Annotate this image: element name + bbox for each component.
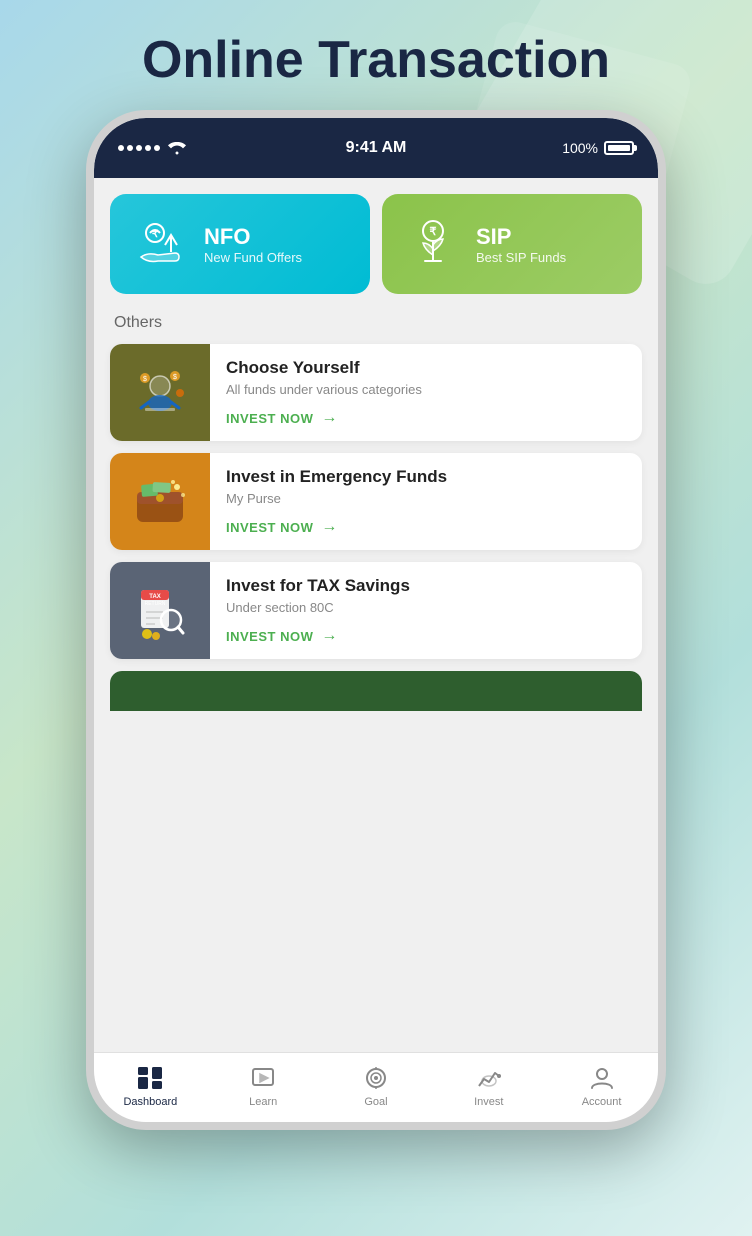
- phone-content: ₹ NFO New Fund Offers: [94, 178, 658, 1052]
- nav-item-account[interactable]: Account: [545, 1064, 658, 1108]
- arrow-icon-2: →: [321, 518, 338, 536]
- choose-yourself-card[interactable]: $ $ Choose Yourself Al: [110, 344, 642, 441]
- svg-text:TAX: TAX: [149, 594, 161, 600]
- nfo-title: NFO: [204, 224, 302, 250]
- status-left: [118, 141, 186, 155]
- sip-title: SIP: [476, 224, 566, 250]
- account-nav-label: Account: [582, 1096, 622, 1108]
- emergency-funds-title: Invest in Emergency Funds: [226, 467, 626, 487]
- tax-savings-subtitle: Under section 80C: [226, 600, 626, 615]
- nfo-subtitle: New Fund Offers: [204, 250, 302, 265]
- emergency-funds-cta-text: INVEST NOW: [226, 520, 313, 535]
- svg-text:₹: ₹: [151, 229, 158, 240]
- dashboard-icon: [136, 1064, 164, 1092]
- wifi-icon: [168, 141, 186, 155]
- status-right: 100%: [562, 140, 634, 156]
- signal-indicator: [118, 145, 160, 151]
- learn-icon: [249, 1064, 277, 1092]
- emergency-funds-card[interactable]: Invest in Emergency Funds My Purse INVES…: [110, 453, 642, 550]
- nfo-card[interactable]: ₹ NFO New Fund Offers: [110, 194, 370, 294]
- signal-dot-3: [136, 145, 142, 151]
- partial-card: [110, 671, 642, 711]
- arrow-icon-3: →: [321, 627, 338, 645]
- tax-savings-body: Invest for TAX Savings Under section 80C…: [210, 562, 642, 659]
- choose-yourself-cta-text: INVEST NOW: [226, 411, 313, 426]
- status-bar: 9:41 AM 100%: [94, 118, 658, 178]
- nav-item-invest[interactable]: Invest: [432, 1064, 545, 1108]
- page-title: Online Transaction: [142, 30, 610, 90]
- emergency-funds-body: Invest in Emergency Funds My Purse INVES…: [210, 453, 642, 550]
- emergency-funds-invest-btn[interactable]: INVEST NOW →: [226, 518, 626, 536]
- signal-dot-4: [145, 145, 151, 151]
- svg-text:$: $: [143, 376, 147, 383]
- emergency-funds-subtitle: My Purse: [226, 491, 626, 506]
- bottom-navigation: Dashboard Learn: [94, 1052, 658, 1122]
- nfo-icon: ₹: [130, 214, 190, 274]
- sip-card-text: SIP Best SIP Funds: [476, 224, 566, 265]
- others-section-label: Others: [110, 314, 642, 332]
- battery-icon: [604, 141, 634, 155]
- signal-dot-2: [127, 145, 133, 151]
- battery-fill: [608, 145, 630, 151]
- svg-text:₹: ₹: [429, 226, 436, 238]
- signal-dot-5: [154, 145, 160, 151]
- svg-text:$: $: [173, 374, 177, 381]
- arrow-icon-1: →: [321, 409, 338, 427]
- account-icon: [588, 1064, 616, 1092]
- dashboard-nav-label: Dashboard: [123, 1096, 177, 1108]
- emergency-funds-image: [110, 453, 210, 550]
- nfo-card-text: NFO New Fund Offers: [204, 224, 302, 265]
- nav-item-goal[interactable]: Goal: [320, 1064, 433, 1108]
- tax-savings-card[interactable]: TAX RETURN Invest f: [110, 562, 642, 659]
- choose-yourself-body: Choose Yourself All funds under various …: [210, 344, 642, 441]
- phone-mockup: 9:41 AM 100% ₹: [86, 110, 666, 1130]
- top-cards-row: ₹ NFO New Fund Offers: [110, 194, 642, 294]
- choose-yourself-invest-btn[interactable]: INVEST NOW →: [226, 409, 626, 427]
- svg-text:RETURN: RETURN: [145, 601, 166, 607]
- signal-dot-1: [118, 145, 124, 151]
- battery-percentage: 100%: [562, 140, 598, 156]
- goal-nav-label: Goal: [364, 1096, 387, 1108]
- learn-nav-label: Learn: [249, 1096, 277, 1108]
- tax-savings-invest-btn[interactable]: INVEST NOW →: [226, 627, 626, 645]
- tax-savings-cta-text: INVEST NOW: [226, 629, 313, 644]
- tax-savings-image: TAX RETURN: [110, 562, 210, 659]
- nav-item-dashboard[interactable]: Dashboard: [94, 1064, 207, 1108]
- invest-icon: [475, 1064, 503, 1092]
- goal-icon: [362, 1064, 390, 1092]
- tax-savings-title: Invest for TAX Savings: [226, 576, 626, 596]
- invest-nav-label: Invest: [474, 1096, 503, 1108]
- choose-yourself-image: $ $: [110, 344, 210, 441]
- sip-subtitle: Best SIP Funds: [476, 250, 566, 265]
- nav-item-learn[interactable]: Learn: [207, 1064, 320, 1108]
- status-time: 9:41 AM: [346, 139, 407, 157]
- choose-yourself-subtitle: All funds under various categories: [226, 382, 626, 397]
- choose-yourself-title: Choose Yourself: [226, 358, 626, 378]
- sip-icon: ₹: [402, 214, 462, 274]
- phone-inner: 9:41 AM 100% ₹: [94, 118, 658, 1122]
- sip-card[interactable]: ₹ SIP Best SIP Funds: [382, 194, 642, 294]
